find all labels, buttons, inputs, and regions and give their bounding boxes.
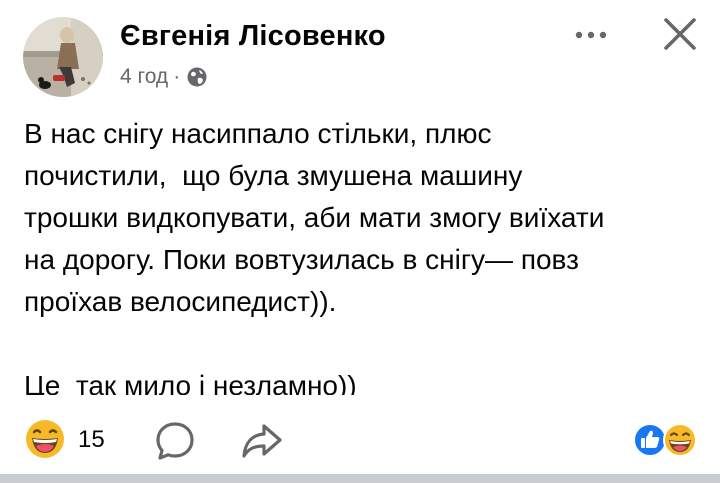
post-text-blank-line bbox=[24, 323, 704, 365]
post-time[interactable]: 4 год bbox=[120, 65, 168, 89]
avatar-image bbox=[23, 17, 103, 97]
close-icon bbox=[664, 18, 696, 50]
comment-button[interactable] bbox=[154, 420, 196, 462]
more-horizontal-icon bbox=[575, 31, 607, 39]
post-text: В нас снігу насиппало стільки, плюс почи… bbox=[24, 113, 704, 395]
haha-emoji-icon bbox=[663, 423, 697, 457]
more-options-button[interactable] bbox=[573, 25, 613, 45]
post-footer: 15 bbox=[0, 408, 720, 468]
share-button[interactable] bbox=[240, 420, 284, 462]
author-name[interactable]: Євгенія Лісовенко bbox=[120, 20, 386, 53]
post-text-line: трошки видкопувати, аби мати змогу виїха… bbox=[24, 202, 605, 233]
share-icon bbox=[242, 424, 282, 458]
post-text-line: на дорогу. Поки вовтузилась в снігу— пов… bbox=[24, 244, 579, 275]
post-card: Євгенія Лісовенко 4 год · В нас снігу на… bbox=[0, 0, 720, 483]
close-button[interactable] bbox=[660, 14, 700, 54]
post-text-line: проїхав велосипедист)). bbox=[24, 286, 337, 317]
post-text-line: Це так мило і незламно)) bbox=[24, 370, 357, 395]
globe-icon bbox=[186, 66, 208, 88]
author-avatar[interactable] bbox=[23, 17, 103, 97]
reaction-count[interactable]: 15 bbox=[78, 426, 105, 454]
reaction-summary-icons bbox=[633, 423, 697, 457]
section-divider bbox=[0, 474, 720, 483]
post-text-line: В нас снігу насиппало стільки, плюс bbox=[24, 118, 492, 149]
post-text-line: почистили, що була змушена машину bbox=[24, 160, 523, 191]
like-icon bbox=[633, 423, 667, 457]
reaction-button[interactable] bbox=[24, 418, 66, 460]
post-meta: 4 год · bbox=[120, 65, 208, 89]
reaction-summary[interactable] bbox=[632, 422, 700, 458]
meta-separator: · bbox=[173, 65, 181, 88]
haha-emoji-icon bbox=[26, 420, 64, 458]
comment-icon bbox=[156, 422, 194, 460]
